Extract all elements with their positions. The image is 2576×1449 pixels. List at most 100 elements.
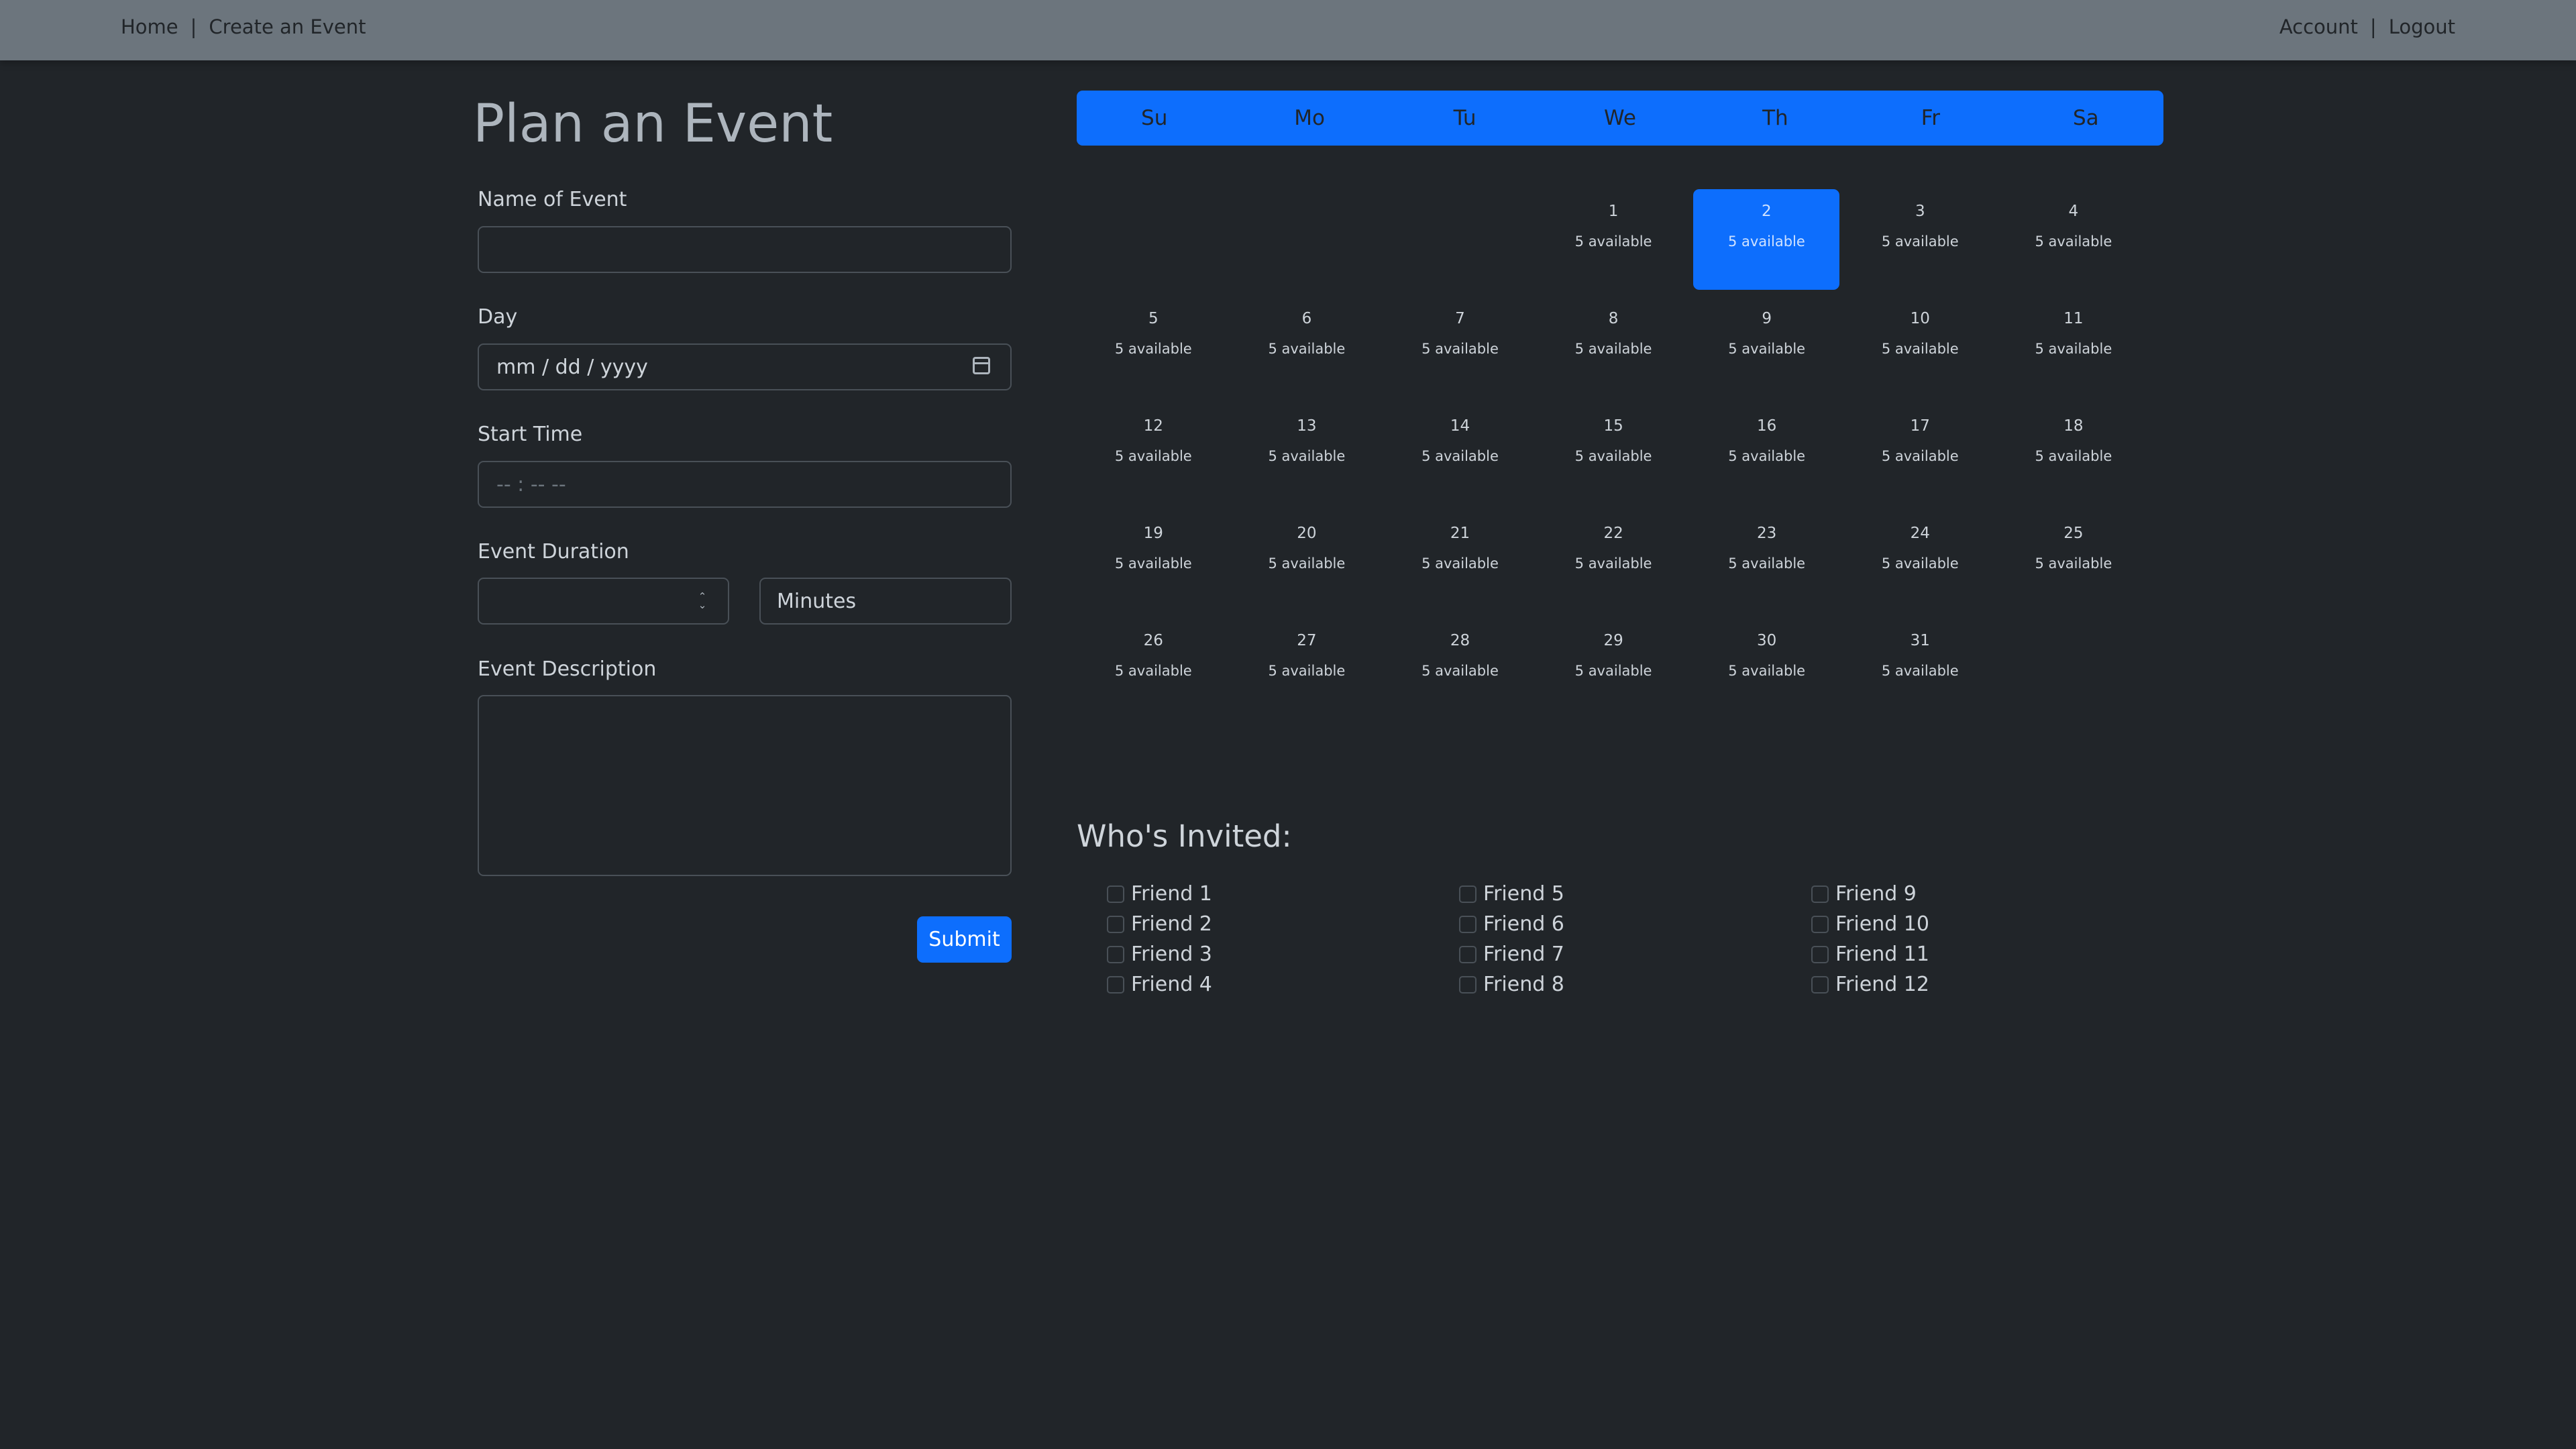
calendar-day-availability: 5 available (1421, 448, 1499, 464)
calendar-day-cell[interactable]: 11 5 available (1997, 297, 2151, 397)
friend-option[interactable]: Friend 4 (1107, 969, 1459, 1000)
calendar-day-availability: 5 available (1421, 341, 1499, 357)
calendar-day-cell[interactable]: 17 5 available (1843, 404, 1997, 504)
calendar-day-cell[interactable]: 30 5 available (1690, 619, 1843, 719)
calendar-day-availability: 5 available (1114, 341, 1192, 357)
event-description-textarea[interactable] (478, 695, 1012, 876)
calendar-day-number: 20 (1297, 525, 1317, 542)
calendar-day-cell[interactable]: 26 5 available (1077, 619, 1230, 719)
friend-label: Friend 10 (1835, 912, 1929, 936)
friend-checkbox[interactable] (1459, 885, 1477, 903)
calendar-day-cell[interactable]: 10 5 available (1843, 297, 1997, 397)
friend-option[interactable]: Friend 11 (1811, 939, 2163, 969)
calendar-day-number: 25 (2063, 525, 2084, 542)
calendar-day-availability: 5 available (1574, 448, 1652, 464)
calendar-day-cell[interactable]: 27 5 available (1230, 619, 1384, 719)
day-date-input[interactable]: mm / dd / yyyy (478, 343, 1012, 390)
friend-option[interactable]: Friend 1 (1107, 879, 1459, 909)
calendar-day-availability: 5 available (1574, 555, 1652, 572)
calendar-day-availability: 5 available (1728, 663, 1806, 679)
calendar-day-number: 7 (1455, 310, 1465, 327)
calendar-day-availability: 5 available (2035, 341, 2112, 357)
nav-logout-link[interactable]: Logout (2389, 15, 2455, 38)
friend-checkbox[interactable] (1107, 975, 1124, 994)
calendar-day-number: 16 (1757, 417, 1777, 435)
calendar-day-cell[interactable]: 19 5 available (1077, 511, 1230, 612)
friend-checkbox[interactable] (1107, 915, 1124, 933)
friend-option[interactable]: Friend 5 (1459, 879, 1811, 909)
duration-number-input[interactable]: ⌃ ⌄ (478, 578, 729, 625)
calendar-day-number: 5 (1148, 310, 1159, 327)
calendar-day-cell[interactable]: 23 5 available (1690, 511, 1843, 612)
calendar-day-cell[interactable]: 18 5 available (1997, 404, 2151, 504)
calendar-day-cell[interactable]: 29 5 available (1537, 619, 1690, 719)
calendar-day-cell[interactable]: 15 5 available (1537, 404, 1690, 504)
calendar-day-cell[interactable]: 12 5 available (1077, 404, 1230, 504)
calendar-day-cell[interactable]: 6 5 available (1230, 297, 1384, 397)
calendar-day-cell[interactable]: 1 5 available (1537, 189, 1690, 290)
calendar-day-cell[interactable]: 25 5 available (1997, 511, 2151, 612)
event-name-input[interactable] (478, 226, 1012, 273)
friend-checkbox[interactable] (1459, 915, 1477, 933)
friend-label: Friend 7 (1483, 943, 1564, 966)
calendar-day-cell[interactable]: 28 5 available (1383, 619, 1537, 719)
calendar-day-availability: 5 available (1268, 555, 1346, 572)
friend-option[interactable]: Friend 6 (1459, 909, 1811, 939)
calendar-day-availability: 5 available (1574, 233, 1652, 250)
start-time-input[interactable]: -- : -- -- (478, 461, 1012, 508)
calendar-day-cell[interactable]: 22 5 available (1537, 511, 1690, 612)
calendar-day-cell[interactable]: 14 5 available (1383, 404, 1537, 504)
duration-unit-select[interactable]: Minutes (759, 578, 1012, 625)
nav-right-group: Account | Logout (2279, 0, 2455, 54)
friend-option[interactable]: Friend 12 (1811, 969, 2163, 1000)
friend-label: Friend 9 (1835, 882, 1917, 906)
calendar-day-number: 29 (1603, 632, 1623, 649)
day-label: Day (478, 305, 518, 329)
calendar-day-number: 13 (1297, 417, 1317, 435)
calendar-day-cell[interactable]: 7 5 available (1383, 297, 1537, 397)
calendar-day-cell[interactable]: 20 5 available (1230, 511, 1384, 612)
calendar-day-availability: 5 available (2035, 233, 2112, 250)
friend-checkbox[interactable] (1459, 975, 1477, 994)
friend-checkbox[interactable] (1459, 945, 1477, 963)
weekday-label: Tu (1453, 106, 1477, 130)
calendar-day-cell[interactable]: 16 5 available (1690, 404, 1843, 504)
calendar-day-cell[interactable]: 13 5 available (1230, 404, 1384, 504)
friend-label: Friend 1 (1131, 882, 1212, 906)
friend-option[interactable]: Friend 10 (1811, 909, 2163, 939)
friend-checkbox[interactable] (1811, 885, 1829, 903)
calendar-day-cell[interactable]: 9 5 available (1690, 297, 1843, 397)
friend-checkbox[interactable] (1811, 975, 1829, 994)
friend-option[interactable]: Friend 8 (1459, 969, 1811, 1000)
submit-button[interactable]: Submit (917, 916, 1012, 963)
spinner-arrows-icon[interactable]: ⌃ ⌄ (697, 592, 708, 611)
nav-home-link[interactable]: Home (121, 15, 178, 38)
calendar-day-number: 1 (1608, 203, 1619, 220)
calendar-day-availability: 5 available (1728, 555, 1806, 572)
calendar-day-cell-selected[interactable]: 2 5 available (1693, 189, 1840, 290)
friend-label: Friend 6 (1483, 912, 1564, 936)
calendar-day-number: 14 (1450, 417, 1470, 435)
calendar-day-cell[interactable]: 5 5 available (1077, 297, 1230, 397)
friend-label: Friend 2 (1131, 912, 1212, 936)
calendar-grid: 1 5 available 2 5 available 3 5 available 4… (1077, 189, 2150, 726)
friend-option[interactable]: Friend 3 (1107, 939, 1459, 969)
calendar-day-cell[interactable]: 3 5 available (1843, 189, 1997, 290)
nav-create-event-link[interactable]: Create an Event (209, 15, 366, 38)
calendar-day-cell[interactable]: 31 5 available (1843, 619, 1997, 719)
friend-checkbox[interactable] (1811, 915, 1829, 933)
calendar-day-cell[interactable]: 24 5 available (1843, 511, 1997, 612)
friend-checkbox[interactable] (1107, 945, 1124, 963)
friend-checkbox[interactable] (1107, 885, 1124, 903)
calendar-empty-cell (1230, 189, 1384, 290)
nav-account-link[interactable]: Account (2279, 15, 2358, 38)
calendar-day-cell[interactable]: 8 5 available (1537, 297, 1690, 397)
weekday-label: Fr (1921, 106, 1941, 130)
friend-option[interactable]: Friend 7 (1459, 939, 1811, 969)
friend-checkbox[interactable] (1811, 945, 1829, 963)
calendar-icon[interactable] (973, 357, 990, 374)
friend-option[interactable]: Friend 9 (1811, 879, 2163, 909)
friend-option[interactable]: Friend 2 (1107, 909, 1459, 939)
calendar-day-cell[interactable]: 21 5 available (1383, 511, 1537, 612)
calendar-day-cell[interactable]: 4 5 available (1997, 189, 2151, 290)
